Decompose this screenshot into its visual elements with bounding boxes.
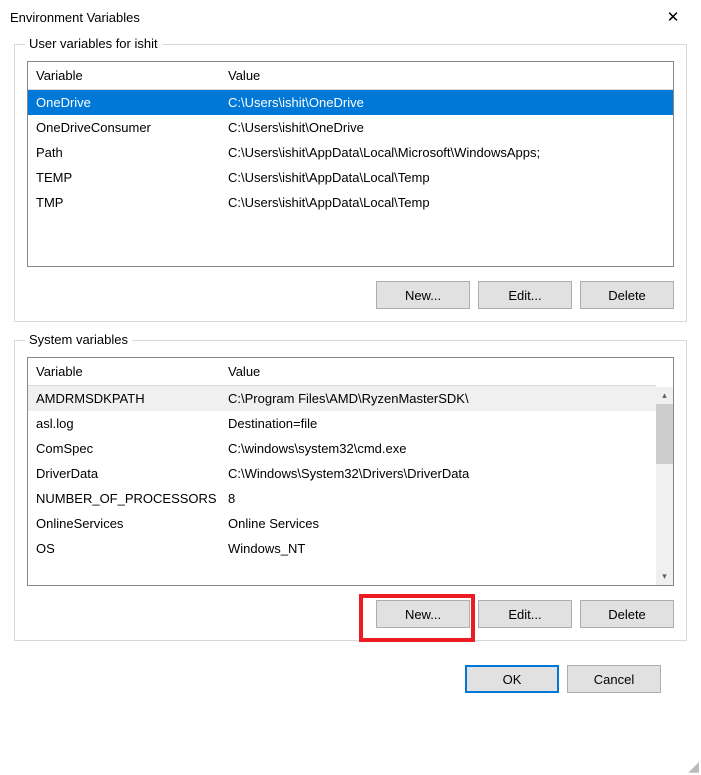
scroll-track[interactable] (656, 464, 673, 568)
cell-variable: OnlineServices (28, 511, 220, 536)
cell-variable: TEMP (28, 165, 220, 190)
system-new-button[interactable]: New... (376, 600, 470, 628)
user-edit-button[interactable]: Edit... (478, 281, 572, 309)
ok-button[interactable]: OK (465, 665, 559, 693)
system-edit-button[interactable]: Edit... (478, 600, 572, 628)
table-row[interactable]: AMDRMSDKPATH C:\Program Files\AMD\RyzenM… (28, 386, 656, 411)
window-title: Environment Variables (10, 10, 140, 25)
system-group-label: System variables (25, 332, 132, 347)
cell-value: C:\Users\ishit\AppData\Local\Microsoft\W… (220, 140, 673, 165)
user-delete-button[interactable]: Delete (580, 281, 674, 309)
scroll-thumb[interactable] (656, 404, 673, 464)
cell-value: Destination=file (220, 411, 656, 436)
scroll-up-icon[interactable]: ▴ (656, 387, 673, 404)
close-button[interactable]: ✕ (657, 5, 689, 29)
cell-variable: asl.log (28, 411, 220, 436)
system-delete-button[interactable]: Delete (580, 600, 674, 628)
system-variables-group: System variables Variable Value AMDRMSDK… (14, 340, 687, 641)
cell-variable: AMDRMSDKPATH (28, 386, 220, 411)
cell-variable: OS (28, 536, 220, 561)
resize-grip-icon[interactable]: ◢ (685, 759, 699, 773)
table-row[interactable]: OnlineServices Online Services (28, 511, 656, 536)
cell-value: Windows_NT (220, 536, 656, 561)
titlebar: Environment Variables ✕ (0, 0, 701, 34)
cell-value: C:\Users\ishit\OneDrive (220, 115, 673, 140)
cell-value: Online Services (220, 511, 656, 536)
cancel-button[interactable]: Cancel (567, 665, 661, 693)
cell-variable: OneDrive (28, 90, 220, 115)
column-header-variable[interactable]: Variable (28, 358, 220, 386)
cell-value: 8 (220, 486, 656, 511)
cell-value: C:\Program Files\AMD\RyzenMasterSDK\ (220, 386, 656, 411)
cell-variable: Path (28, 140, 220, 165)
cell-variable: DriverData (28, 461, 220, 486)
cell-value: C:\Windows\System32\Drivers\DriverData (220, 461, 656, 486)
cell-value: C:\Users\ishit\AppData\Local\Temp (220, 165, 673, 190)
cell-variable: NUMBER_OF_PROCESSORS (28, 486, 220, 511)
cell-value: C:\Users\ishit\AppData\Local\Temp (220, 190, 673, 215)
user-variables-table[interactable]: Variable Value OneDrive C:\Users\ishit\O… (27, 61, 674, 267)
user-new-button[interactable]: New... (376, 281, 470, 309)
scroll-down-icon[interactable]: ▾ (656, 568, 673, 585)
system-variables-table[interactable]: Variable Value AMDRMSDKPATH C:\Program F… (27, 357, 674, 586)
user-group-label: User variables for ishit (25, 36, 162, 51)
table-row[interactable]: OS Windows_NT (28, 536, 656, 561)
cell-variable: ComSpec (28, 436, 220, 461)
scrollbar[interactable]: ▴ ▾ (656, 387, 673, 585)
cell-value: C:\Users\ishit\OneDrive (220, 90, 673, 115)
column-header-value[interactable]: Value (220, 358, 656, 386)
table-row[interactable]: asl.log Destination=file (28, 411, 656, 436)
table-row[interactable]: TMP C:\Users\ishit\AppData\Local\Temp (28, 190, 673, 215)
table-row[interactable]: OneDrive C:\Users\ishit\OneDrive (28, 90, 673, 115)
table-row[interactable]: NUMBER_OF_PROCESSORS 8 (28, 486, 656, 511)
table-row[interactable]: ComSpec C:\windows\system32\cmd.exe (28, 436, 656, 461)
column-header-variable[interactable]: Variable (28, 62, 220, 90)
user-variables-group: User variables for ishit Variable Value … (14, 44, 687, 322)
cell-value: C:\windows\system32\cmd.exe (220, 436, 656, 461)
table-row[interactable]: OneDriveConsumer C:\Users\ishit\OneDrive (28, 115, 673, 140)
column-header-value[interactable]: Value (220, 62, 673, 90)
cell-variable: OneDriveConsumer (28, 115, 220, 140)
cell-variable: TMP (28, 190, 220, 215)
table-row[interactable]: Path C:\Users\ishit\AppData\Local\Micros… (28, 140, 673, 165)
table-row[interactable]: TEMP C:\Users\ishit\AppData\Local\Temp (28, 165, 673, 190)
table-row[interactable]: DriverData C:\Windows\System32\Drivers\D… (28, 461, 656, 486)
close-icon: ✕ (667, 8, 680, 26)
